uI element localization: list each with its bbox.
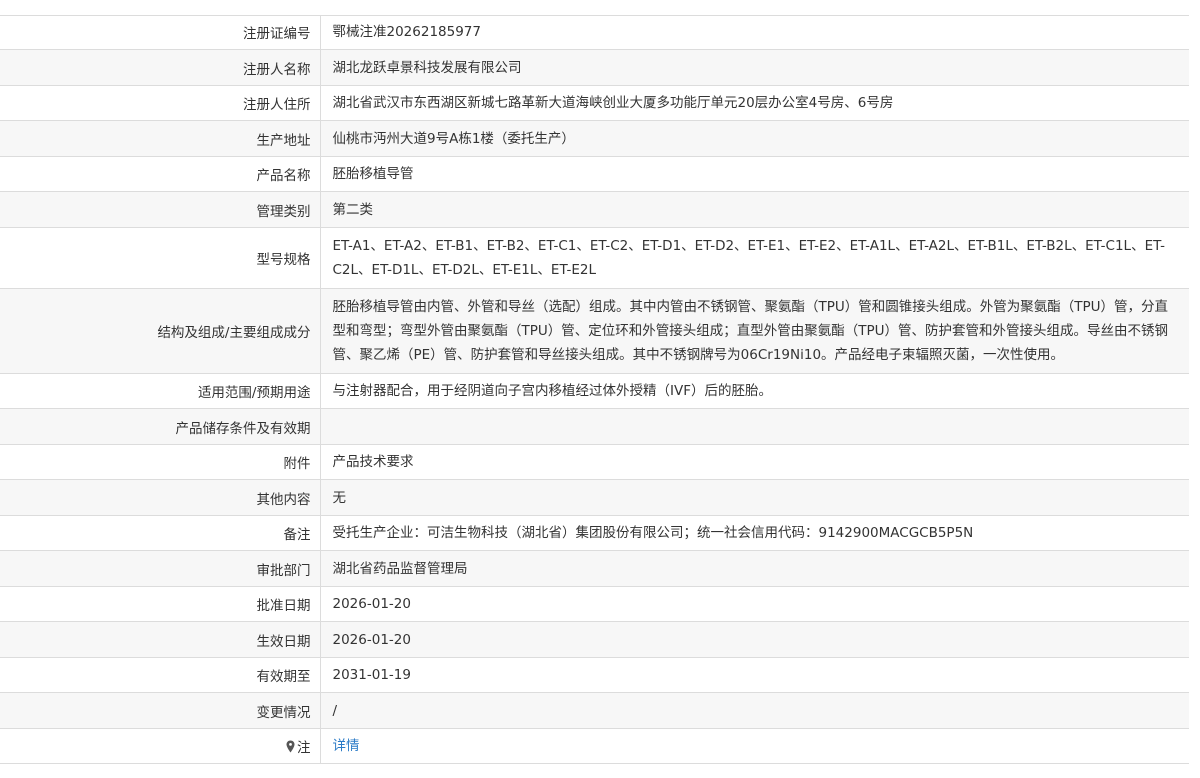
row-value: 仙桃市沔州大道9号A栋1楼（委托生产）	[320, 120, 1189, 157]
row-value: 与注射器配合，用于经阴道向子宫内移植经过体外授精（IVF）后的胚胎。	[320, 373, 1189, 409]
detail-row-registration-number: 注册证编号 鄂械注准20262185977	[0, 15, 1189, 50]
note-label: 注	[297, 740, 311, 756]
row-label-note: 注	[0, 728, 321, 764]
row-value: 鄂械注准20262185977	[320, 15, 1189, 50]
row-label: 注册人名称	[0, 49, 321, 86]
detail-row-registrant-address: 注册人住所 湖北省武汉市东西湖区新城七路革新大道海峡创业大厦多功能厅单元20层办…	[0, 85, 1189, 121]
detail-row-effective-date: 生效日期 2026-01-20	[0, 621, 1189, 658]
row-value: 2026-01-20	[320, 621, 1189, 658]
detail-row-model-spec: 型号规格 ET-A1、ET-A2、ET-B1、ET-B2、ET-C1、ET-C2…	[0, 227, 1189, 289]
row-value: 无	[320, 479, 1189, 516]
row-label: 其他内容	[0, 479, 321, 516]
table-top-border	[0, 15, 1189, 16]
row-label: 注册证编号	[0, 15, 321, 50]
registration-detail-table: 注册证编号 鄂械注准20262185977 注册人名称 湖北龙跃卓景科技发展有限…	[0, 15, 1189, 764]
detail-row-intended-use: 适用范围/预期用途 与注射器配合，用于经阴道向子宫内移植经过体外授精（IVF）后…	[0, 373, 1189, 409]
row-value: 第二类	[320, 191, 1189, 228]
row-label: 适用范围/预期用途	[0, 373, 321, 409]
detail-row-production-address: 生产地址 仙桃市沔州大道9号A栋1楼（委托生产）	[0, 120, 1189, 157]
row-value-note: 详情	[320, 728, 1189, 764]
row-label: 生产地址	[0, 120, 321, 157]
row-value: 2031-01-19	[320, 657, 1189, 693]
detail-row-approval-date: 批准日期 2026-01-20	[0, 586, 1189, 622]
row-value: 2026-01-20	[320, 586, 1189, 622]
row-label: 备注	[0, 515, 321, 551]
row-label: 结构及组成/主要组成成分	[0, 288, 321, 374]
row-value: 受托生产企业：可洁生物科技（湖北省）集团股份有限公司；统一社会信用代码：9142…	[320, 515, 1189, 551]
detail-row-change-status: 变更情况 /	[0, 692, 1189, 729]
detail-row-remarks: 备注 受托生产企业：可洁生物科技（湖北省）集团股份有限公司；统一社会信用代码：9…	[0, 515, 1189, 551]
row-value: 胚胎移植导管由内管、外管和导丝（选配）组成。其中内管由不锈钢管、聚氨酯（TPU）…	[320, 288, 1189, 374]
detail-row-valid-until: 有效期至 2031-01-19	[0, 657, 1189, 693]
detail-row-other-content: 其他内容 无	[0, 479, 1189, 516]
detail-row-product-name: 产品名称 胚胎移植导管	[0, 156, 1189, 192]
row-label: 型号规格	[0, 227, 321, 289]
row-value: 湖北龙跃卓景科技发展有限公司	[320, 49, 1189, 86]
row-label: 批准日期	[0, 586, 321, 622]
detail-row-approval-department: 审批部门 湖北省药品监督管理局	[0, 550, 1189, 587]
row-label: 附件	[0, 444, 321, 480]
row-label: 生效日期	[0, 621, 321, 658]
row-value: 胚胎移植导管	[320, 156, 1189, 192]
row-value	[320, 408, 1189, 445]
row-label: 管理类别	[0, 191, 321, 228]
row-value: ET-A1、ET-A2、ET-B1、ET-B2、ET-C1、ET-C2、ET-D…	[320, 227, 1189, 289]
detail-row-attachment: 附件 产品技术要求	[0, 444, 1189, 480]
row-value: 湖北省武汉市东西湖区新城七路革新大道海峡创业大厦多功能厅单元20层办公室4号房、…	[320, 85, 1189, 121]
location-pin-icon	[286, 740, 295, 753]
detail-row-note: 注 详情	[0, 728, 1189, 764]
row-label: 变更情况	[0, 692, 321, 729]
row-label: 产品名称	[0, 156, 321, 192]
detail-row-storage-validity: 产品储存条件及有效期	[0, 408, 1189, 445]
row-label: 注册人住所	[0, 85, 321, 121]
row-label: 审批部门	[0, 550, 321, 587]
row-value: 湖北省药品监督管理局	[320, 550, 1189, 587]
row-label: 产品储存条件及有效期	[0, 408, 321, 445]
detail-row-management-category: 管理类别 第二类	[0, 191, 1189, 228]
registration-detail-page: 注册证编号 鄂械注准20262185977 注册人名称 湖北龙跃卓景科技发展有限…	[0, 0, 1200, 778]
row-label: 有效期至	[0, 657, 321, 693]
row-value: /	[320, 692, 1189, 729]
detail-row-registrant-name: 注册人名称 湖北龙跃卓景科技发展有限公司	[0, 49, 1189, 86]
row-value: 产品技术要求	[320, 444, 1189, 480]
detail-row-structure-composition: 结构及组成/主要组成成分 胚胎移植导管由内管、外管和导丝（选配）组成。其中内管由…	[0, 288, 1189, 374]
details-link[interactable]: 详情	[333, 738, 360, 754]
